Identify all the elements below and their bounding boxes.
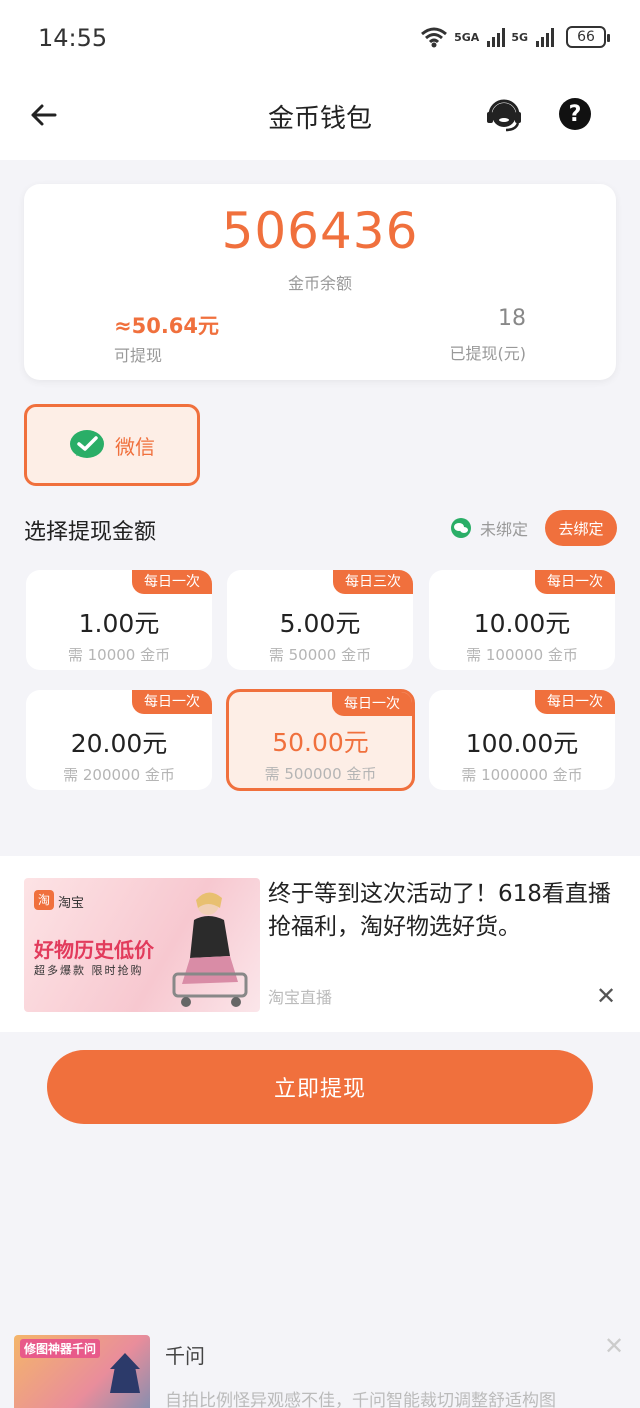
required-coins: 需 50000 金币	[268, 646, 372, 664]
amount-section-title: 选择提现金额	[24, 520, 157, 545]
network-5g-label: 5G	[511, 30, 528, 44]
required-coins: 需 500000 金币	[264, 765, 377, 783]
withdrawn-label: 已提现(元)	[449, 344, 527, 363]
taobao-logo: 淘	[34, 890, 54, 910]
ad-subline: 超多爆款 限时抢购	[34, 964, 144, 977]
ad-image[interactable]: 修图神器千问	[14, 1335, 150, 1408]
required-coins: 需 1000000 金币	[461, 766, 583, 784]
bind-wechat-button[interactable]: 去绑定	[545, 510, 617, 546]
bind-status: 未绑定	[450, 516, 528, 540]
withdraw-now-button[interactable]: 立即提现	[47, 1050, 593, 1124]
ad-banner-qianwen[interactable]: 修图神器千问 千问 自拍比例怪异观感不佳，千问智能裁切调整舒适构图 ✕	[0, 1320, 640, 1408]
network-5ga-label: 5GA	[454, 30, 480, 44]
withdrawable-amount: ≈50.64元	[114, 314, 220, 338]
amount-option-10[interactable]: 每日一次 10.00元 需 100000 金币	[429, 570, 615, 670]
close-ad-icon[interactable]: ✕	[596, 982, 616, 1010]
required-coins: 需 10000 金币	[67, 646, 171, 664]
status-bar: 14:55 5GA 5G 66	[0, 0, 640, 78]
amount-option-5[interactable]: 每日三次 5.00元 需 50000 金币	[227, 570, 413, 670]
required-coins: 需 200000 金币	[63, 766, 175, 784]
close-ad-icon[interactable]: ✕	[604, 1332, 624, 1360]
withdrawable-label: 可提现	[114, 346, 163, 365]
amount-value: 5.00元	[279, 609, 361, 638]
wechat-payment-option[interactable]: 微信	[24, 404, 200, 486]
frequency-tag: 每日一次	[535, 570, 615, 594]
ad-headline: 好物历史低价	[34, 938, 154, 962]
battery-icon: 66	[566, 26, 610, 48]
wechat-icon	[70, 430, 104, 458]
customer-service-button[interactable]	[484, 94, 524, 134]
coin-balance: 506436	[221, 202, 419, 260]
required-coins: 需 100000 金币	[466, 646, 578, 664]
amount-value: 1.00元	[78, 609, 160, 638]
frequency-tag: 每日一次	[132, 570, 212, 594]
frequency-tag: 每日一次	[332, 692, 412, 716]
amount-option-50-selected[interactable]: 每日一次 50.00元 需 500000 金币	[226, 689, 415, 791]
ad-banner-taobao[interactable]: 淘 淘宝 好物历史低价 超多爆款 限时抢购 终于等到这次活动了！618看直播抢福…	[0, 856, 640, 1032]
ad-title: 千问	[165, 1344, 205, 1368]
ad-image-caption: 修图神器千问	[20, 1339, 101, 1358]
wifi-icon	[421, 27, 448, 48]
status-icons: 5GA 5G 66	[420, 26, 610, 48]
frequency-tag: 每日一次	[132, 690, 212, 714]
coin-balance-label: 金币余额	[287, 274, 352, 293]
ad-text[interactable]: 终于等到这次活动了！618看直播抢福利，淘好物选好货。	[268, 878, 618, 944]
bind-status-label: 未绑定	[480, 520, 529, 539]
frequency-tag: 每日三次	[333, 570, 413, 594]
amount-value: 50.00元	[272, 728, 369, 757]
status-time: 14:55	[38, 24, 108, 52]
ad-description: 自拍比例怪异观感不佳，千问智能裁切调整舒适构图	[165, 1391, 556, 1408]
ad-brand: 淘宝	[58, 896, 85, 911]
amount-value: 100.00元	[465, 729, 579, 758]
headset-icon	[487, 99, 521, 132]
signal-icon	[536, 27, 554, 47]
amount-option-20[interactable]: 每日一次 20.00元 需 200000 金币	[26, 690, 212, 790]
ad-temple-illustration	[110, 1353, 140, 1393]
wechat-small-icon	[451, 518, 471, 538]
frequency-tag: 每日一次	[535, 690, 615, 714]
help-button[interactable]: ?	[559, 98, 591, 130]
amount-option-1[interactable]: 每日一次 1.00元 需 10000 金币	[26, 570, 212, 670]
signal-icon	[487, 27, 506, 47]
ad-image[interactable]: 淘 淘宝 好物历史低价 超多爆款 限时抢购	[24, 878, 260, 1012]
wechat-label: 微信	[115, 434, 155, 459]
withdrawn-amount: 18	[498, 306, 526, 331]
amount-option-100[interactable]: 每日一次 100.00元 需 1000000 金币	[429, 690, 615, 790]
amount-value: 20.00元	[70, 729, 168, 758]
top-nav: 金币钱包 ?	[0, 78, 640, 160]
page-title: 金币钱包	[267, 104, 372, 134]
ad-source: 淘宝直播	[268, 988, 333, 1007]
question-mark-icon: ?	[568, 101, 582, 127]
amount-value: 10.00元	[473, 609, 571, 638]
ad-person-illustration	[172, 892, 248, 1007]
balance-card: 506436 金币余额 ≈50.64元 可提现 18 已提现(元)	[24, 184, 616, 380]
